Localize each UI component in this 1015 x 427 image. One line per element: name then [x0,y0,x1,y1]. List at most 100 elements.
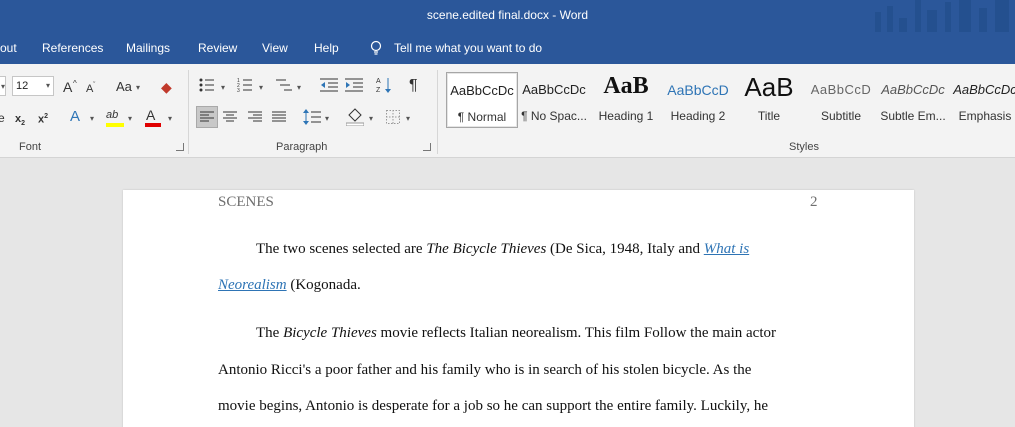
tab-review[interactable]: Review [198,41,237,55]
line-spacing-icon[interactable] [303,109,321,125]
group-divider [188,70,189,154]
window-title: scene.edited final.docx - Word [426,8,589,22]
style-preview: AaB [744,72,794,102]
style-preview: AaBbCcD [810,82,872,97]
styles-group-label: Styles [789,141,819,153]
strikethrough-icon[interactable]: e [0,109,5,127]
multilevel-list-icon[interactable] [276,78,292,92]
chevron-down-icon: ▾ [259,83,264,92]
style-emphasis[interactable]: AaBbCcDc Emphasis [949,72,1015,128]
style-label: Emphasis [958,109,1012,123]
superscript-icon[interactable]: x2 [38,108,48,129]
sort-icon[interactable]: AZ [376,76,394,94]
hyperlink-neorealism[interactable]: Neorealism [218,277,287,293]
text-run: movie reflects Italian neorealism. This … [376,325,776,341]
style-label: ¶ Normal [457,110,507,124]
grow-font-caret-icon: ^ [73,79,77,88]
ribbon: ▾ 12 ▾ A ^ A ˇ Aa ▾ ◆ e x2 x2 A ▾ ab ▾ A… [0,64,1015,158]
text-run: The two scenes selected are [256,241,427,257]
style-preview: AaBbCcD [667,82,729,98]
chevron-down-icon: ▾ [221,83,226,92]
subscript-icon[interactable]: x2 [15,110,25,133]
style-label: Heading 2 [670,109,726,123]
chevron-down-icon: ▾ [45,81,50,90]
highlight-swatch [106,123,124,127]
text-effects-icon[interactable]: A [70,108,80,126]
font-group-label: Font [19,141,42,153]
font-color-swatch [145,123,161,127]
highlight-color-icon[interactable]: ab [106,106,118,124]
style-label: Heading 1 [598,109,654,123]
chevron-down-icon: ▾ [406,114,411,123]
chevron-down-icon: ▾ [369,114,374,123]
chevron-down-icon: ▾ [1,82,6,91]
increase-indent-icon[interactable] [345,78,363,92]
tell-me-search[interactable]: Tell me what you want to do [394,41,542,55]
style-label: Subtitle [820,109,862,123]
paragraph-1-line-1[interactable]: The two scenes selected are The Bicycle … [218,241,749,258]
page-number: 2 [810,194,818,210]
paragraph-1-line-2[interactable]: Neorealism (Kogonada. [218,277,361,294]
svg-text:3: 3 [237,88,240,92]
tab-mailings[interactable]: Mailings [126,41,170,55]
document-canvas[interactable]: SCENES 2 The two scenes selected are The… [0,158,1015,427]
paragraph-2-line-2[interactable]: Antonio Ricci's a poor father and his fa… [218,362,751,379]
chevron-down-icon: ▾ [136,83,141,92]
clear-formatting-icon[interactable]: ◆ [161,78,172,96]
align-left-icon [200,111,214,122]
style-normal[interactable]: AaBbCcDc ¶ Normal [446,72,518,128]
svg-text:A: A [376,78,381,85]
font-size-value: 12 [16,80,29,92]
text-run: (Kogonada. [286,277,361,293]
numbering-icon[interactable]: 1 2 3 [237,78,253,92]
tab-help[interactable]: Help [314,41,339,55]
title-bar: scene.edited final.docx - Word [0,0,1015,32]
hyperlink-what-is-neorealism[interactable]: What is [704,241,749,257]
style-preview: AaBbCcDc [522,82,586,97]
style-preview: AaBbCcDc [953,82,1015,97]
change-case-button[interactable]: Aa [116,78,132,96]
justify-icon[interactable] [272,111,286,123]
text-run: (De Sica, 1948, Italy and [546,241,704,257]
align-center-icon[interactable] [223,111,237,123]
style-label: Title [757,109,781,123]
title-bar-decoration [865,0,1015,32]
document-page[interactable]: SCENES 2 The two scenes selected are The… [123,190,914,427]
style-subtle-emphasis[interactable]: AaBbCcDc Subtle Em... [877,72,949,128]
font-color-icon[interactable]: A [146,106,155,124]
shrink-font-caret-icon: ˇ [93,82,96,89]
menu-bar: out References Mailings Review View Help… [0,32,1015,64]
style-preview: AaB [603,73,649,99]
lightbulb-icon[interactable] [369,40,383,56]
decrease-indent-icon[interactable] [320,78,338,92]
tab-layout[interactable]: out [0,41,17,55]
style-preview: AaBbCcDc [881,82,945,97]
align-left-button[interactable] [196,106,218,128]
group-divider [437,70,438,154]
chevron-down-icon: ▾ [128,114,133,123]
borders-icon[interactable] [386,110,400,124]
paragraph-dialog-launcher[interactable] [423,143,431,151]
tab-references[interactable]: References [42,41,103,55]
shading-icon[interactable] [346,108,364,126]
style-heading-2[interactable]: AaBbCcD Heading 2 [662,72,734,128]
style-heading-1[interactable]: AaB Heading 1 [590,72,662,128]
paragraph-2-line-3[interactable]: movie begins, Antonio is desperate for a… [218,398,768,415]
style-preview: AaBbCcDc [450,83,514,98]
chevron-down-icon: ▾ [168,114,173,123]
chevron-down-icon: ▾ [90,114,95,123]
style-subtitle[interactable]: AaBbCcD Subtitle [805,72,877,128]
film-title-italic: Bicycle Thieves [283,325,377,341]
tab-view[interactable]: View [262,41,288,55]
grow-font-icon[interactable]: A [63,78,72,96]
paragraph-2-line-1[interactable]: The Bicycle Thieves movie reflects Itali… [218,325,776,342]
align-right-icon[interactable] [248,111,262,123]
film-title-italic: The Bicycle Thieves [426,241,547,257]
style-no-spacing[interactable]: AaBbCcDc ¶ No Spac... [518,72,590,128]
font-dialog-launcher[interactable] [176,143,184,151]
show-formatting-marks-icon[interactable]: ¶ [409,77,418,95]
bullets-icon[interactable] [199,78,215,92]
font-size-dropdown[interactable]: 12 ▾ [12,76,54,96]
style-title[interactable]: AaB Title [733,72,805,128]
chevron-down-icon: ▾ [325,114,330,123]
